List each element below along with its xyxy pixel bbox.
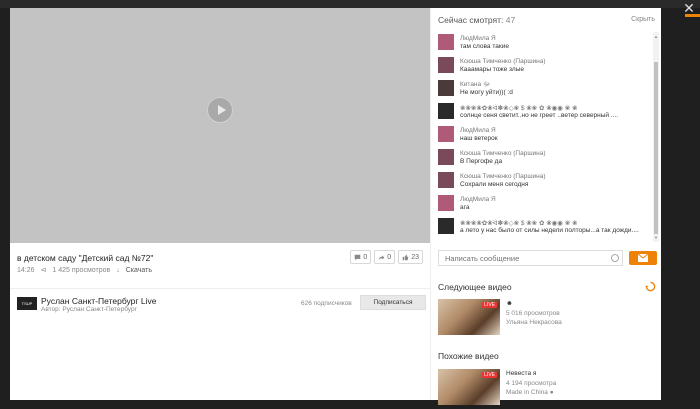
similar-videos-heading: Похожие видео bbox=[438, 351, 499, 361]
chat-author[interactable]: ❀❀❀❀✿❀ᐛ✽❀◇❀ $ ❀❀ ✿ ❀◉◉ ❀ ❀ bbox=[460, 219, 578, 227]
message-field[interactable] bbox=[438, 250, 623, 266]
channel-logo[interactable]: TSUP bbox=[17, 297, 37, 310]
channel-author: Автор: Руслан Санкт-Петербург bbox=[41, 306, 137, 313]
reactions: 0 0 23 bbox=[350, 250, 423, 264]
video-card-title[interactable]: ☻ bbox=[506, 300, 513, 307]
like-icon bbox=[402, 254, 409, 260]
avatar[interactable] bbox=[438, 80, 454, 96]
avatar[interactable] bbox=[438, 126, 454, 142]
similar-video-card[interactable]: LIVE Невеста я 4 194 просмотра Made in C… bbox=[438, 369, 653, 409]
chat-author[interactable]: ЛюдМила Я bbox=[460, 196, 496, 203]
like-count: 23 bbox=[411, 253, 419, 261]
watching-label: Сейчас смотрят: bbox=[438, 15, 504, 25]
video-views: 1 425 просмотров bbox=[52, 266, 111, 274]
subscribe-button[interactable]: Подписаться bbox=[360, 295, 426, 310]
avatar[interactable] bbox=[438, 103, 454, 119]
send-button[interactable] bbox=[629, 251, 657, 265]
video-card-title[interactable]: Невеста я bbox=[506, 370, 536, 377]
send-icon bbox=[638, 254, 648, 262]
chat-message: ❀❀❀❀✿❀ᐛ✽❀◇❀ $ ❀❀ ✿ ❀◉◉ ❀ ❀ солнце сеня св… bbox=[438, 101, 653, 124]
video-title: в детском саду "Детский сад №72" bbox=[17, 253, 154, 263]
chat-scrollbar[interactable]: ▲ ▼ bbox=[653, 32, 659, 242]
subscriber-count: 626 подписчиков bbox=[301, 300, 352, 307]
scroll-down-arrow[interactable]: ▼ bbox=[654, 235, 658, 240]
next-video-heading: Следующее видео bbox=[438, 282, 512, 292]
accent-line bbox=[685, 14, 700, 17]
video-player[interactable] bbox=[10, 8, 430, 243]
smile-icon[interactable] bbox=[611, 254, 619, 262]
avatar[interactable] bbox=[438, 57, 454, 73]
avatar[interactable] bbox=[438, 218, 454, 234]
avatar[interactable] bbox=[438, 34, 454, 50]
chat-list[interactable]: ЛюдМила Ятам слова такие Ксюша Тимченко (… bbox=[431, 32, 653, 242]
author-block: TSUP Руслан Санкт-Петербург Live Автор: … bbox=[10, 288, 430, 319]
side-panel: Сейчас смотрят: 47 Скрыть ЛюдМила Ятам с… bbox=[430, 8, 661, 405]
comment-count: 0 bbox=[363, 253, 368, 261]
chat-text: Сохрали меня сегодня bbox=[460, 181, 529, 188]
comment-button[interactable]: 0 bbox=[350, 250, 372, 264]
share-count: 0 bbox=[387, 253, 392, 261]
chat-text: солнце сеня светит..но не греет ..ветер … bbox=[460, 112, 619, 119]
chat-message: Ксюша Тимченко (Паршина) Сохрали меня сег… bbox=[438, 170, 653, 193]
video-card-views: 4 194 просмотра bbox=[506, 380, 557, 387]
chat-message: ЛюдМила Ятам слова такие bbox=[438, 32, 653, 55]
share-icon bbox=[378, 254, 385, 260]
download-icon: ↓ bbox=[116, 266, 120, 274]
live-badge: LIVE bbox=[482, 302, 497, 308]
chat-author[interactable]: Ксюша Тимченко (Паршина) bbox=[460, 173, 546, 180]
video-card-author[interactable]: Made in China ● bbox=[506, 389, 554, 396]
chat-author[interactable]: ❀❀❀❀✿❀ᐛ✽❀◇❀ $ ❀❀ ✿ ❀◉◉ ❀ ❀ bbox=[460, 104, 578, 112]
video-card-author[interactable]: Ульяна Некрасова bbox=[506, 319, 562, 326]
chat-text: Не могу уйти))( :d bbox=[460, 89, 513, 96]
chat-message: Ксюша Тимченко (Паршина) Кааамары тоже зл… bbox=[438, 55, 653, 78]
chat-message: Ксюша Тимченко (Паршина) В Пергофе да bbox=[438, 147, 653, 170]
chat-message: ЛюдМила Янаш ветерок bbox=[438, 124, 653, 147]
chat-message: ЛюдМила Яага bbox=[438, 193, 653, 216]
like-button[interactable]: 23 bbox=[398, 250, 423, 264]
chat-message: Китана ﷻ Не могу уйти))( :d bbox=[438, 78, 653, 101]
chat-text: наш ветерок bbox=[460, 135, 498, 142]
views-icon: ⊲ bbox=[40, 267, 47, 274]
chat-author[interactable]: ЛюдМила Я bbox=[460, 127, 496, 134]
close-icon[interactable]: ✕ bbox=[682, 1, 696, 15]
chat-text: а лето у нас было от силы недели полторы… bbox=[460, 227, 639, 234]
scrollbar-thumb[interactable] bbox=[654, 62, 658, 234]
avatar[interactable] bbox=[438, 172, 454, 188]
next-video-card[interactable]: LIVE ☻ 5 016 просмотров Ульяна Некрасова bbox=[438, 299, 653, 339]
download-link[interactable]: Скачать bbox=[126, 267, 152, 274]
chat-author[interactable]: Ксюша Тимченко (Паршина) bbox=[460, 58, 546, 65]
chat-text: В Пергофе да bbox=[460, 158, 503, 165]
chat-author[interactable]: Ксюша Тимченко (Паршина) bbox=[460, 150, 546, 157]
autoplay-icon[interactable] bbox=[645, 281, 656, 292]
video-thumbnail[interactable]: LIVE bbox=[438, 299, 500, 335]
scroll-up-arrow[interactable]: ▲ bbox=[654, 34, 658, 39]
share-button[interactable]: 0 bbox=[374, 250, 396, 264]
video-layer: в детском саду "Детский сад №72" 0 0 23 … bbox=[10, 8, 661, 405]
top-bar bbox=[0, 0, 700, 8]
video-card-views: 5 016 просмотров bbox=[506, 310, 560, 317]
chat-text: ага bbox=[460, 204, 470, 211]
chat-text: Кааамары тоже злые bbox=[460, 66, 525, 73]
play-icon[interactable] bbox=[207, 97, 233, 123]
chat-text: там слова такие bbox=[460, 43, 509, 50]
channel-name[interactable]: Руслан Санкт-Петербург Live bbox=[41, 296, 156, 306]
chat-message: ❀❀❀❀✿❀ᐛ✽❀◇❀ $ ❀❀ ✿ ❀◉◉ ❀ ❀ а лето у нас б… bbox=[438, 216, 653, 239]
message-input[interactable] bbox=[439, 251, 605, 265]
avatar[interactable] bbox=[438, 149, 454, 165]
watching-now: Сейчас смотрят: 47 bbox=[438, 15, 515, 25]
video-info: в детском саду "Детский сад №72" 0 0 23 … bbox=[10, 243, 430, 400]
video-time: 14:26 bbox=[17, 266, 35, 274]
hide-chat-button[interactable]: Скрыть bbox=[631, 16, 655, 23]
video-meta: 14:26 ⊲ 1 425 просмотров ↓ Скачать bbox=[17, 266, 152, 275]
watching-count: 47 bbox=[505, 15, 516, 25]
avatar[interactable] bbox=[438, 195, 454, 211]
chat-author[interactable]: ЛюдМила Я bbox=[460, 35, 496, 42]
comment-icon bbox=[355, 254, 361, 260]
live-badge: LIVE bbox=[482, 372, 497, 378]
